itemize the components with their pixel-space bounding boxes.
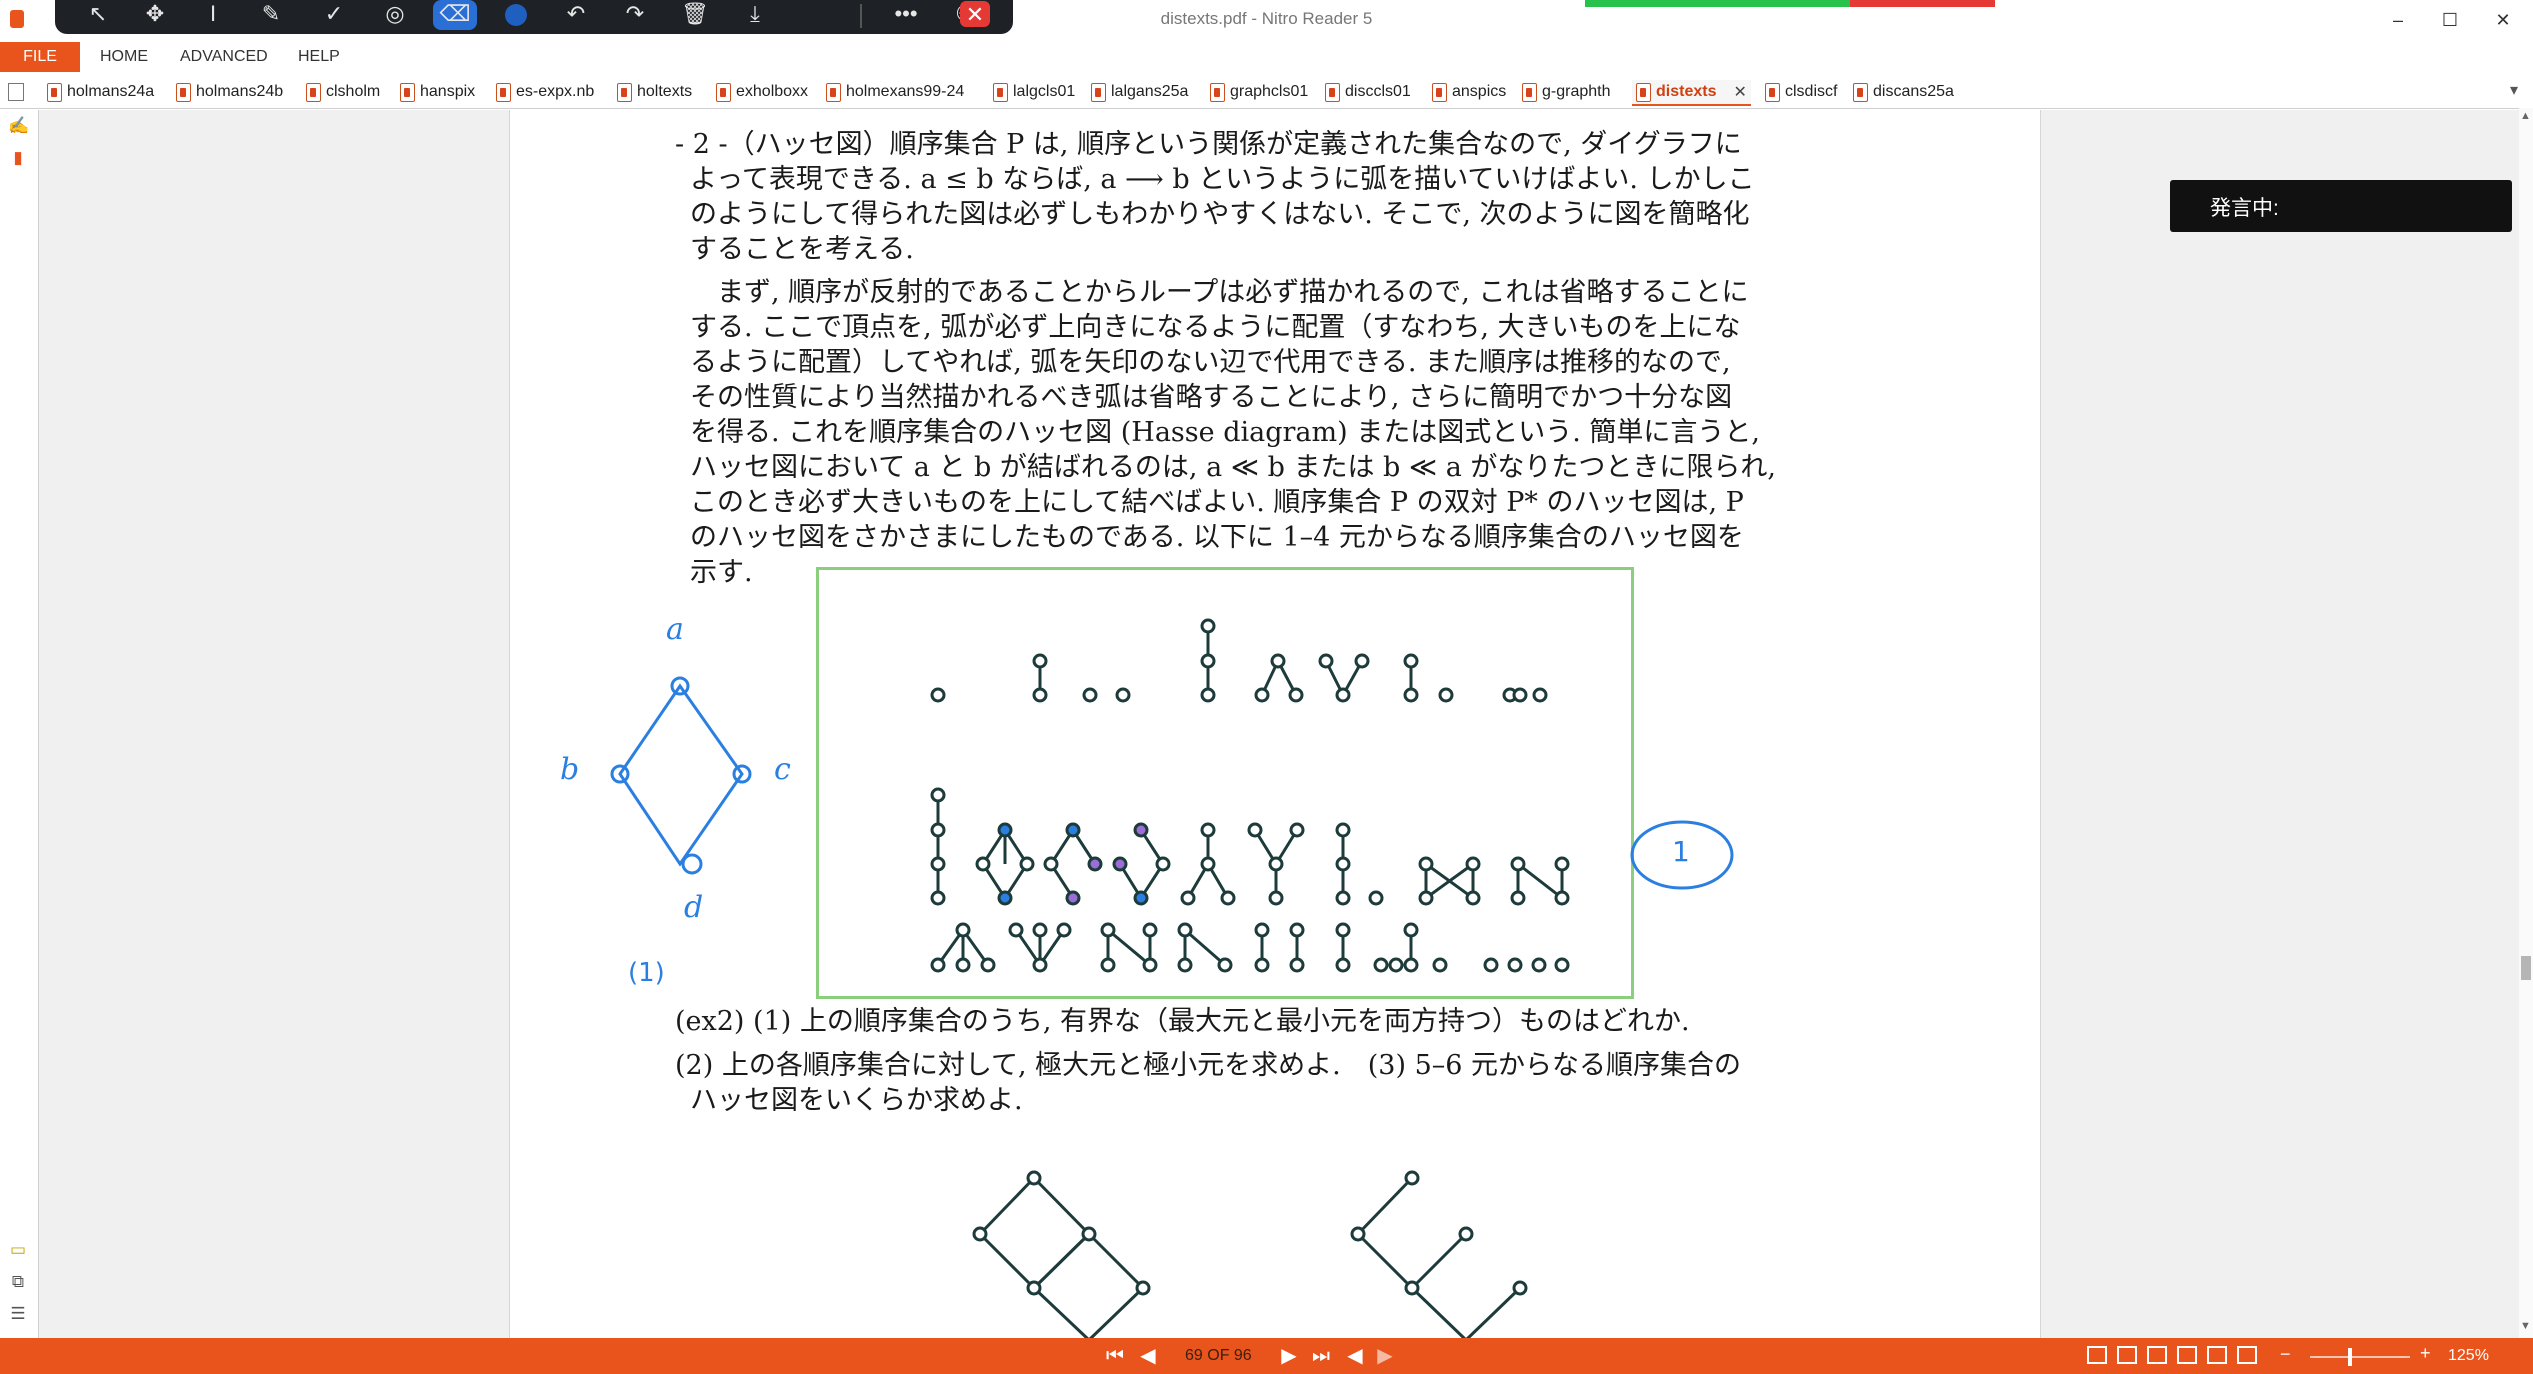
exercise-line: (ex2) (1) 上の順序集合のうち, 有界な（最大元と最小元を両方持つ）もの…: [675, 1006, 1690, 1037]
bottom-navigation-bar: ⏮ ◀ 69 OF 96 ▶ ⏭ ◀ ▶ − + 125%: [0, 1338, 2533, 1374]
continuous-view-icon[interactable]: [2117, 1346, 2137, 1364]
exercise-line: (2) 上の各順序集合に対して, 極大元と極小元を求めよ. (3) 5–6 元か…: [675, 1050, 1742, 1081]
first-page-icon[interactable]: ⏮: [1100, 1344, 1130, 1368]
scroll-thumb[interactable]: [2521, 956, 2531, 980]
ink-circled-number: 1: [1672, 835, 1690, 868]
back-view-icon[interactable]: ◀: [1342, 1344, 1368, 1368]
ink-caption: (1): [628, 958, 665, 988]
page-counter[interactable]: 69 OF 96: [1185, 1347, 1252, 1365]
hasse-vertex: [930, 687, 946, 703]
ink-label-d: d: [684, 890, 704, 925]
ink-label-b: b: [560, 752, 580, 787]
two-page-view-icon[interactable]: [2147, 1346, 2167, 1364]
zoom-level[interactable]: 125%: [2448, 1347, 2489, 1365]
two-page-continuous-view-icon[interactable]: [2177, 1346, 2197, 1364]
full-screen-view-icon[interactable]: [2237, 1346, 2257, 1364]
ink-label-a: a: [666, 612, 684, 647]
fit-width-view-icon[interactable]: [2207, 1346, 2227, 1364]
previous-page-icon[interactable]: ◀: [1135, 1344, 1161, 1368]
last-page-icon[interactable]: ⏭: [1306, 1344, 1336, 1368]
zoom-slider-thumb[interactable]: [2348, 1348, 2352, 1366]
scroll-down-icon[interactable]: ▼: [2520, 1320, 2531, 1332]
speaking-label: 発言中:: [2210, 197, 2279, 220]
ink-label-c: c: [774, 752, 791, 787]
exercise-line: ハッセ図をいくらか求めよ.: [690, 1085, 1023, 1116]
scroll-up-icon[interactable]: ▲: [2520, 110, 2531, 122]
next-page-icon[interactable]: ▶: [1276, 1344, 1302, 1368]
zoom-in-icon[interactable]: +: [2420, 1343, 2431, 1364]
single-page-view-icon[interactable]: [2087, 1346, 2107, 1364]
vertical-scrollbar[interactable]: ▲ ▼: [2519, 108, 2533, 1338]
hasse-diagrams: [610, 618, 1734, 1343]
speaking-indicator: 発言中:: [2170, 180, 2512, 232]
zoom-out-icon[interactable]: −: [2280, 1344, 2291, 1365]
forward-view-icon[interactable]: ▶: [1372, 1344, 1398, 1368]
zoom-slider[interactable]: [2310, 1356, 2410, 1358]
